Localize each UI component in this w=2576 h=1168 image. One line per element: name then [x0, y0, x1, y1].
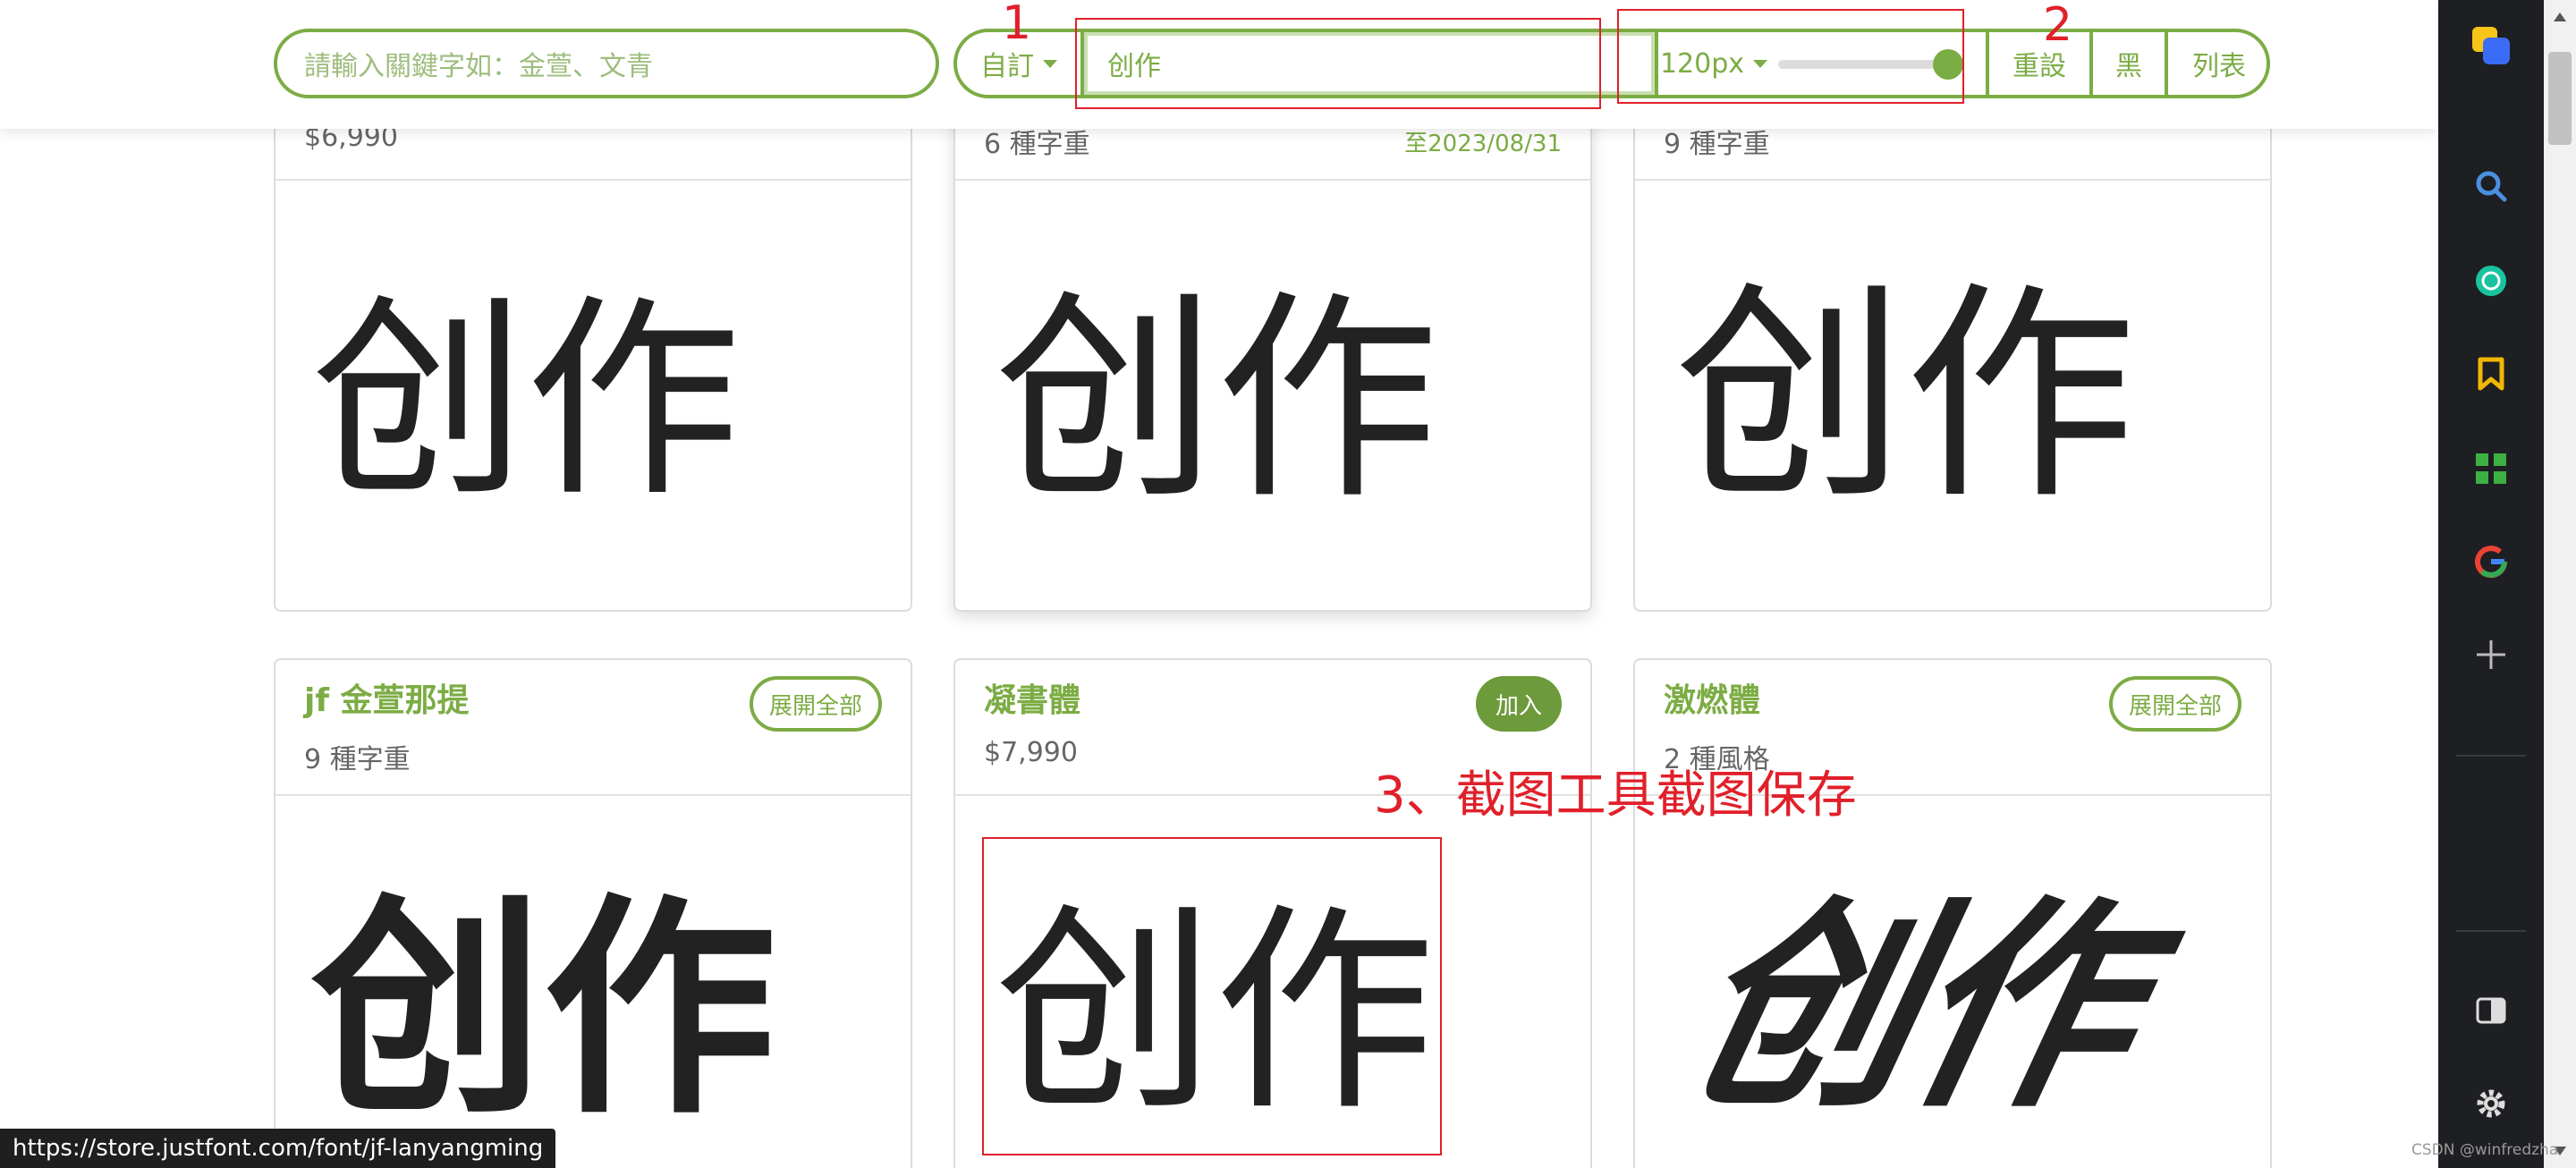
- split-view-icon[interactable]: [2473, 993, 2509, 1028]
- plus-icon[interactable]: [2473, 637, 2509, 673]
- sidebar-divider: [2456, 930, 2526, 932]
- font-sample: 创作: [995, 272, 1438, 529]
- reset-button[interactable]: 重設: [1989, 32, 2089, 95]
- font-name: 凝書體: [984, 682, 1081, 719]
- font-card[interactable]: 9 種字重 创作: [1633, 86, 2272, 612]
- browser-sidebar: [2438, 0, 2544, 1168]
- page-scrollbar[interactable]: [2544, 0, 2576, 1168]
- watermark: CSDN @winfredzha: [2411, 1141, 2559, 1159]
- chatgpt-icon[interactable]: [2473, 263, 2509, 299]
- font-sample: 创作: [1674, 262, 2136, 530]
- sidebar-divider: [2456, 755, 2526, 757]
- bookmark-icon[interactable]: [2473, 356, 2509, 392]
- google-icon[interactable]: [2473, 544, 2509, 580]
- expand-all-button[interactable]: 展開全部: [2108, 676, 2241, 732]
- annotation-box-text-input: [1075, 18, 1601, 109]
- font-card[interactable]: 6 種字重 至2023/08/31 创作: [953, 86, 1592, 612]
- app-logo-icon[interactable]: [2469, 23, 2513, 68]
- card-price: $7,990: [984, 737, 1078, 768]
- card-header: jf 金萱那提 9 種字重 展開全部: [275, 660, 911, 796]
- font-card[interactable]: $6,990 创作: [274, 86, 912, 612]
- annotation-box-crop: [982, 837, 1442, 1155]
- annotation-step-3: 3、截图工具截图保存: [1374, 766, 1857, 825]
- font-sample: 创作: [311, 876, 776, 1146]
- annotation-step-1: 1: [1002, 0, 1032, 50]
- font-name: 激燃體: [1664, 682, 1761, 719]
- scroll-up-icon[interactable]: [2554, 13, 2566, 21]
- font-card[interactable]: jf 金萱那提 9 種字重 展開全部 创作: [274, 658, 912, 1168]
- link-status-url: https://store.justfont.com/font/jf-lanya…: [0, 1129, 556, 1168]
- font-name: jf 金萱那提: [304, 682, 470, 719]
- search-input[interactable]: 請輸入關鍵字如：金萱、文青: [274, 29, 939, 98]
- annotation-step-2: 2: [2043, 0, 2073, 52]
- annotation-box-size-slider: [1617, 9, 1964, 104]
- dark-mode-button[interactable]: 黑: [2093, 32, 2165, 95]
- expand-all-button[interactable]: 展開全部: [749, 676, 882, 732]
- search-icon[interactable]: [2473, 168, 2509, 204]
- scroll-thumb[interactable]: [2548, 52, 2572, 145]
- font-card[interactable]: 激燃體 2 種風格 展開全部 创作: [1633, 658, 2272, 1168]
- add-button[interactable]: 加入: [1475, 676, 1562, 732]
- apps-grid-icon[interactable]: [2473, 451, 2509, 487]
- font-sample: 创作: [1666, 877, 2159, 1138]
- chevron-down-icon: [1043, 59, 1057, 68]
- font-sample: 创作: [311, 275, 741, 526]
- promo-date: 至2023/08/31: [1404, 131, 1562, 157]
- settings-icon[interactable]: [2473, 1086, 2509, 1121]
- list-view-button[interactable]: 列表: [2168, 32, 2267, 95]
- card-weights: 9 種字重: [304, 744, 411, 775]
